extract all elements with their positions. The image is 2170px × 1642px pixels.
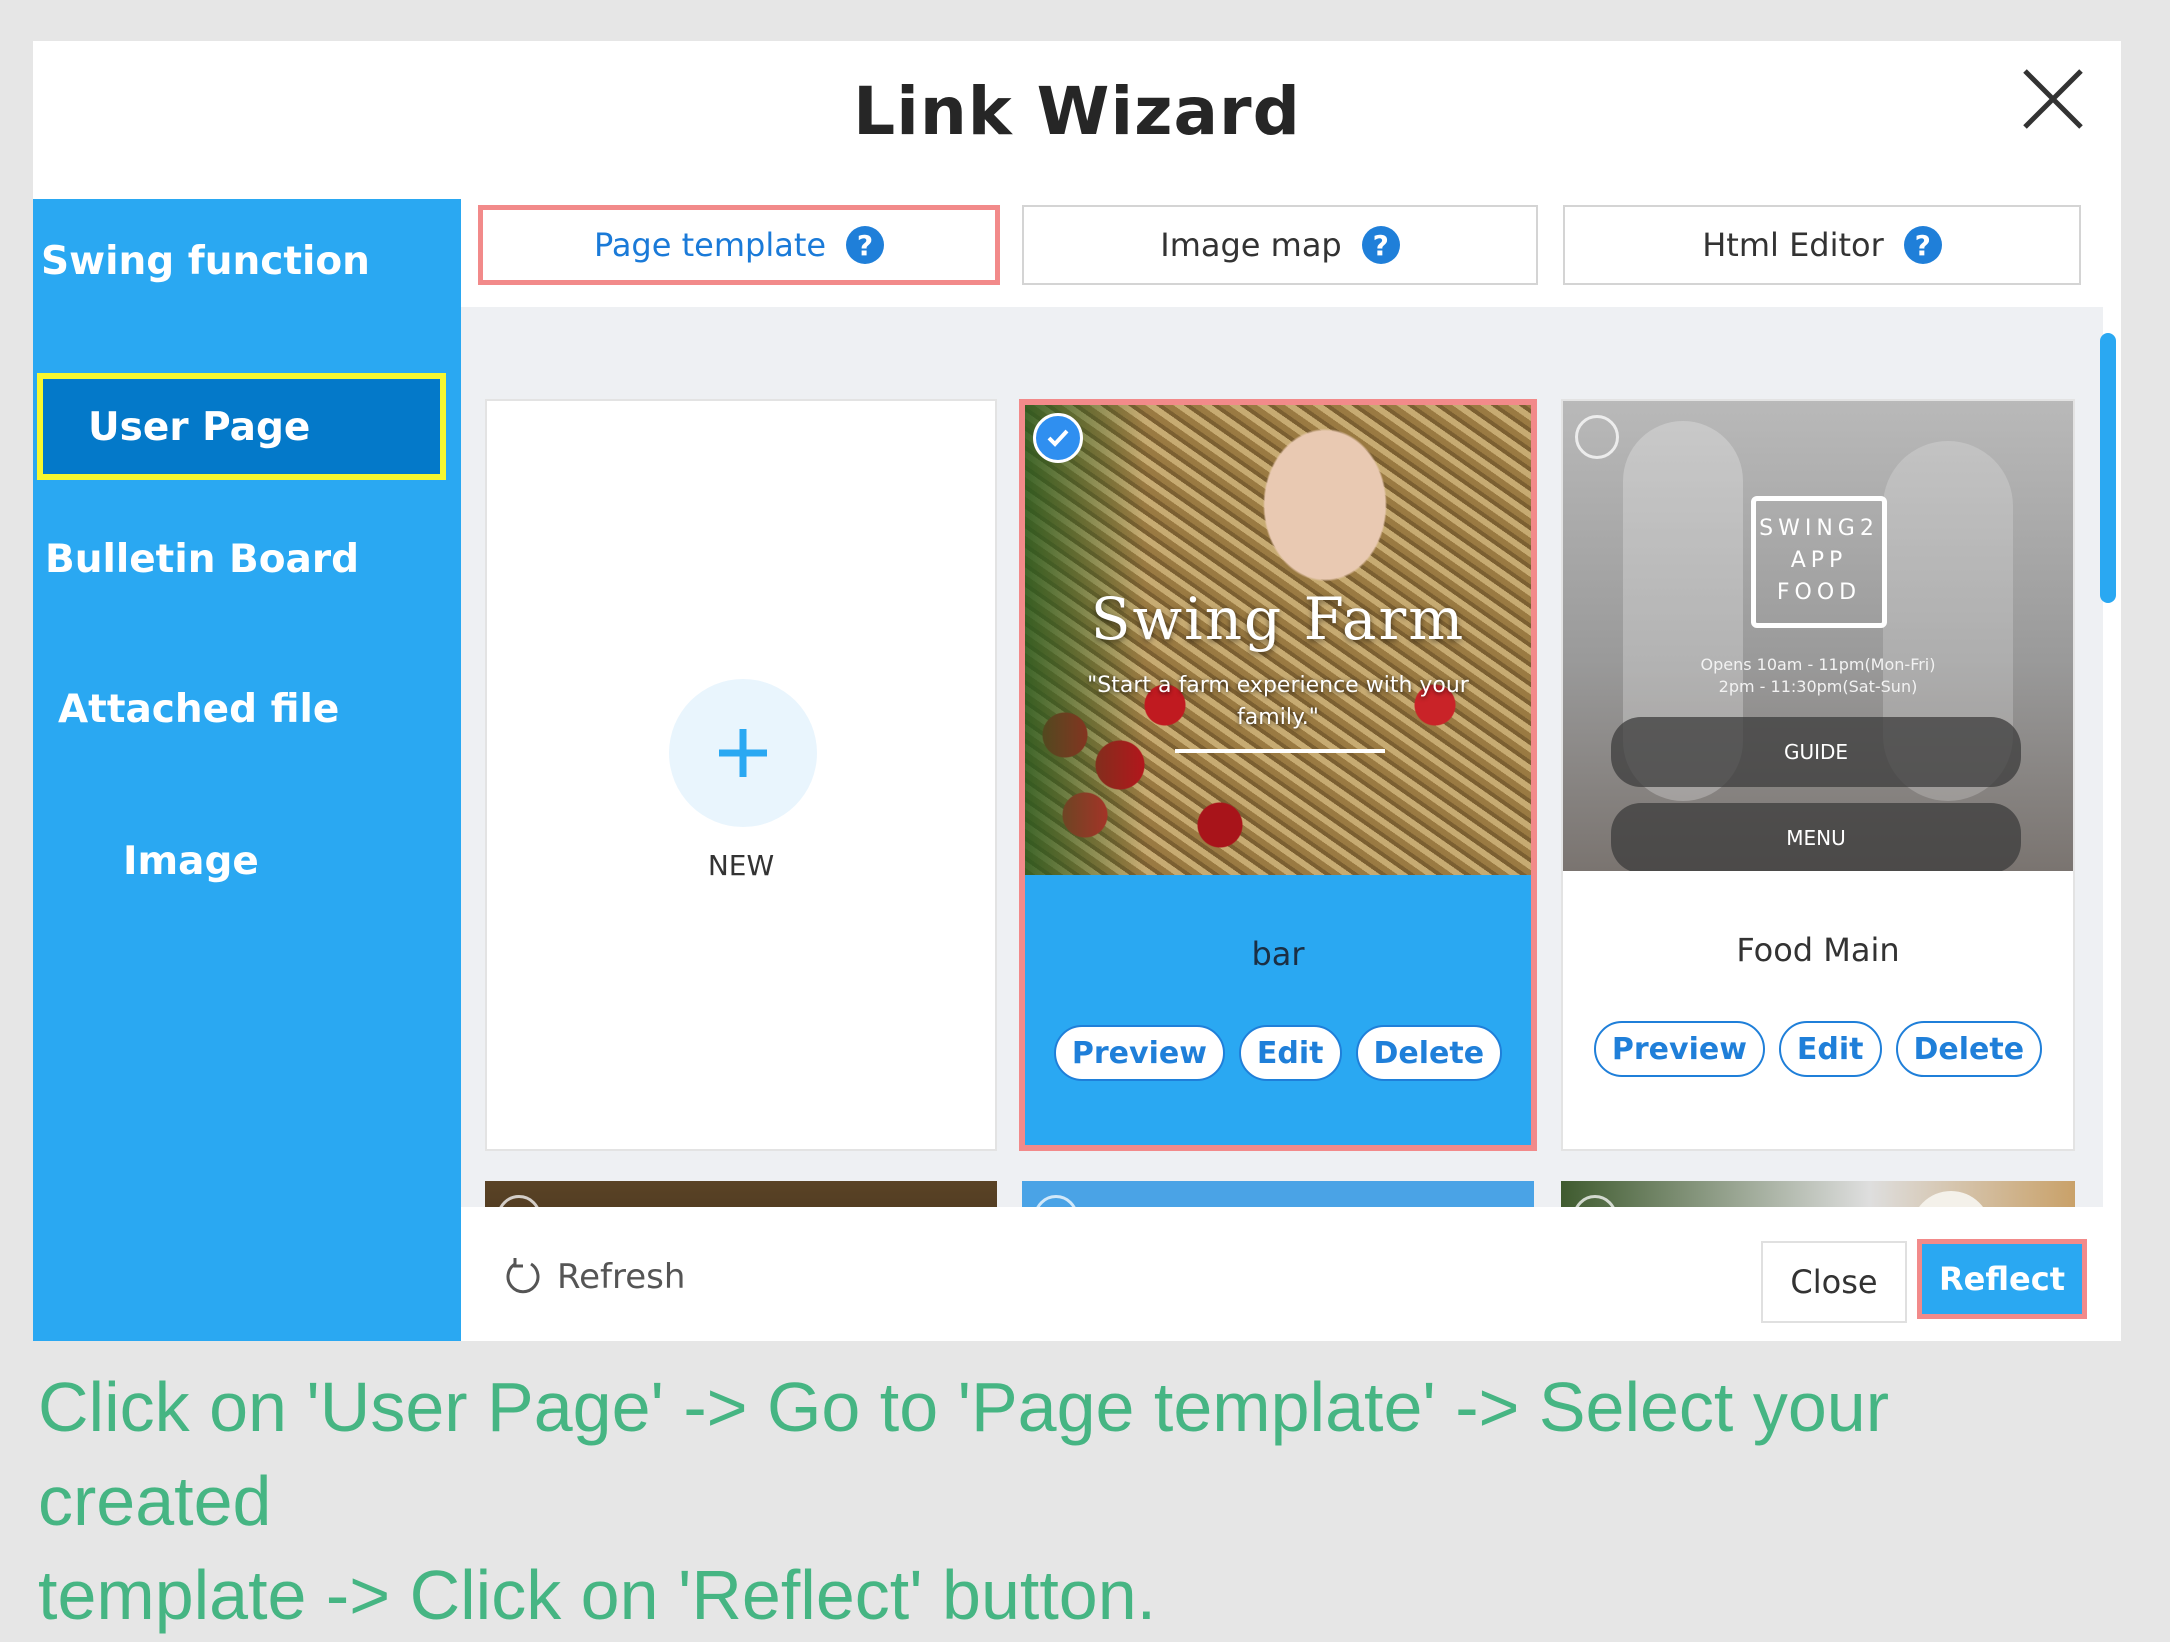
template-card-food-main[interactable]: SWING2 APP FOOD Opens 10am - 11pm(Mon-Fr… [1561, 399, 2075, 1151]
sidebar: Swing function User Page Bulletin Board … [33, 199, 461, 1341]
sidebar-item-user-page[interactable]: User Page [37, 373, 446, 480]
card-actions: Preview Edit Delete [1563, 1021, 2073, 1077]
help-icon[interactable]: ? [1903, 226, 1942, 264]
thumb-divider [1175, 749, 1385, 753]
caption-line: template -> Click on 'Reflect' button. [38, 1556, 1157, 1634]
help-icon[interactable]: ? [1361, 226, 1400, 264]
delete-button[interactable]: Delete [1355, 1025, 1503, 1081]
tab-html-editor[interactable]: Html Editor ? [1563, 205, 2081, 285]
tab-label: Image map [1160, 226, 1342, 264]
checkmark-icon[interactable] [1033, 413, 1083, 463]
select-radio[interactable] [497, 1195, 541, 1207]
tab-page-template[interactable]: Page template ? [478, 205, 1000, 285]
tab-label: Html Editor [1702, 226, 1884, 264]
close-icon[interactable] [2013, 59, 2093, 139]
help-icon[interactable]: ? [846, 226, 885, 264]
link-wizard-dialog: Link Wizard Swing function User Page Bul… [33, 41, 2121, 1341]
template-card[interactable] [1561, 1181, 2075, 1207]
edit-button[interactable]: Edit [1778, 1021, 1882, 1077]
select-radio[interactable] [1575, 415, 1619, 459]
scrollbar[interactable] [2100, 333, 2116, 603]
delete-button[interactable]: Delete [1895, 1021, 2043, 1077]
template-thumbnail: SWING2 APP FOOD Opens 10am - 11pm(Mon-Fr… [1563, 401, 2073, 871]
close-button[interactable]: Close [1761, 1241, 1907, 1323]
thumb-guide-button: GUIDE [1611, 717, 2021, 787]
plus-icon[interactable] [669, 679, 817, 827]
new-label: NEW [707, 849, 775, 882]
tab-label: Page template [593, 226, 827, 264]
sidebar-item-attached-file[interactable]: Attached file [58, 687, 339, 732]
template-grid: NEW Swing Farm "Start a farm experience … [461, 307, 2103, 1207]
reflect-button[interactable]: Reflect [1917, 1239, 2087, 1319]
instruction-caption: Click on 'User Page' -> Go to 'Page temp… [38, 1360, 2138, 1642]
template-card[interactable] [1022, 1181, 1534, 1207]
sidebar-item-image[interactable]: Image [123, 839, 259, 884]
thumb-title: Swing Farm [1090, 585, 1466, 653]
refresh-label: Refresh [557, 1257, 686, 1297]
sidebar-item-bulletin-board[interactable]: Bulletin Board [45, 537, 359, 582]
sidebar-item-swing-function[interactable]: Swing function [41, 239, 370, 284]
thumb-menu-button: MENU [1611, 803, 2021, 871]
dialog-footer: Refresh Close Reflect [461, 1207, 2121, 1341]
tab-image-map[interactable]: Image map ? [1022, 205, 1538, 285]
thumb-subtitle: "Start a farm experience with your [1087, 673, 1469, 698]
thumb-hours: 2pm - 11:30pm(Sat-Sun) [1718, 677, 1918, 696]
card-actions: Preview Edit Delete [1025, 1025, 1531, 1081]
template-name: Food Main [1736, 931, 1900, 969]
refresh-button[interactable]: Refresh [501, 1255, 685, 1299]
edit-button[interactable]: Edit [1238, 1025, 1342, 1081]
template-thumbnail: Swing Farm "Start a farm experience with… [1025, 405, 1531, 875]
select-radio[interactable] [1573, 1195, 1617, 1207]
refresh-icon [506, 1258, 540, 1294]
preview-button[interactable]: Preview [1053, 1025, 1225, 1081]
sidebar-item-label: User Page [88, 405, 311, 450]
thumb-shape [1911, 1191, 1991, 1207]
logo-text: SWING2 APP FOOD [1759, 516, 1879, 605]
select-radio[interactable] [1034, 1195, 1078, 1207]
thumb-subtitle: family." [1237, 705, 1319, 730]
caption-line: Click on 'User Page' -> Go to 'Page temp… [38, 1368, 1890, 1540]
thumb-hours: Opens 10am - 11pm(Mon-Fri) [1700, 655, 1936, 674]
new-template-card[interactable]: NEW [485, 399, 997, 1151]
template-card-bar[interactable]: Swing Farm "Start a farm experience with… [1019, 399, 1537, 1151]
template-name: bar [1251, 935, 1305, 973]
dialog-title: Link Wizard [853, 73, 1301, 150]
template-card[interactable] [485, 1181, 997, 1207]
preview-button[interactable]: Preview [1593, 1021, 1765, 1077]
